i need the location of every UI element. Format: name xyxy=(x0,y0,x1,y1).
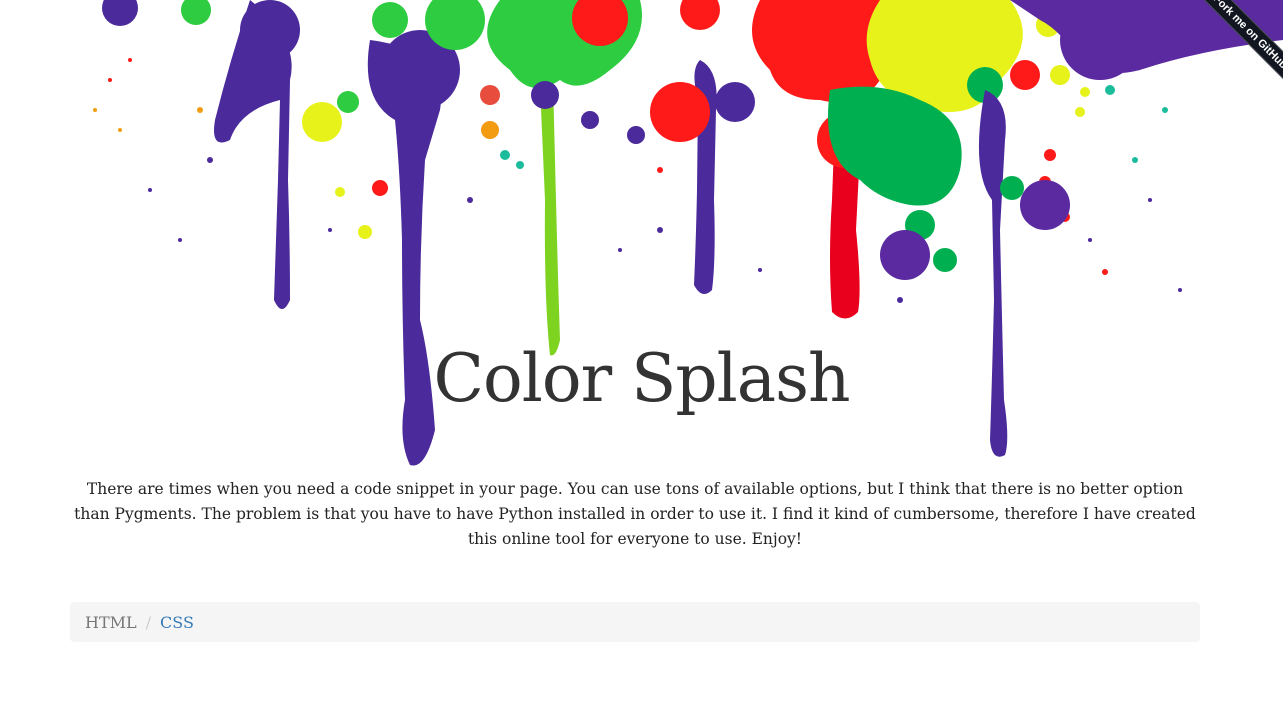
page-title: Color Splash xyxy=(433,340,851,417)
breadcrumb-separator: / xyxy=(145,612,152,632)
paint-speckles xyxy=(148,157,1182,303)
fork-on-github-link[interactable]: Fork me on GitHub xyxy=(1189,0,1283,93)
page: Fork me on GitHub Color Splash There are… xyxy=(0,0,1283,717)
intro-paragraph: There are times when you need a code sni… xyxy=(74,480,1196,548)
breadcrumb-item-html[interactable]: HTML xyxy=(85,613,137,632)
breadcrumb-item-css[interactable]: CSS xyxy=(160,613,194,632)
breadcrumb: HTML / CSS xyxy=(70,602,1200,642)
fork-ribbon: Fork me on GitHub xyxy=(1173,0,1283,110)
